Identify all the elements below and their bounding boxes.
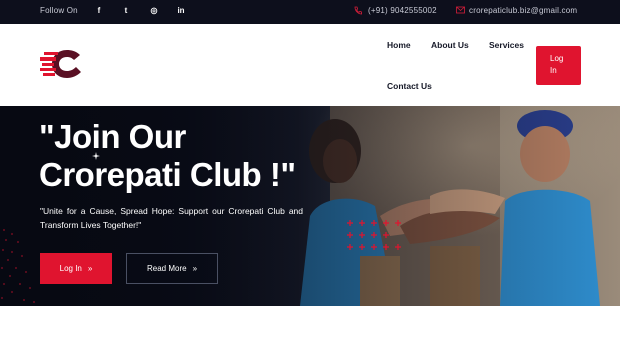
site-header: Home About Us Services Contact Us Log In <box>0 24 620 106</box>
hero-section: "Join Our Crorepati Club !" "Unite for a… <box>0 106 620 306</box>
nav-home[interactable]: Home <box>387 40 411 50</box>
read-more-button[interactable]: Read More » <box>126 253 218 284</box>
hero-subtitle: "Unite for a Cause, Spread Hope: Support… <box>40 206 303 230</box>
facebook-icon[interactable]: f <box>92 4 106 18</box>
linkedin-icon[interactable]: in <box>174 4 188 18</box>
chevron-right-icon: » <box>192 264 198 273</box>
top-bar: Follow On f t ◎ in (+91) 9042555002 cror… <box>0 0 620 24</box>
hero-title: "Join Our Crorepati Club !" <box>39 118 296 193</box>
phone-number[interactable]: (+91) 9042555002 <box>368 6 437 15</box>
nav-contact-us[interactable]: Contact Us <box>387 81 432 91</box>
mail-icon <box>456 6 465 16</box>
hero-login-label: Log In <box>59 264 82 273</box>
read-more-label: Read More <box>146 264 187 273</box>
header-login-button[interactable]: Log In <box>536 46 581 85</box>
crorepati-club-logo[interactable] <box>40 50 84 78</box>
chevron-right-icon: » <box>87 264 93 273</box>
twitter-icon[interactable]: t <box>119 4 133 18</box>
page-content-area <box>0 306 620 343</box>
email-address[interactable]: crorepaticlub.biz@gmail.com <box>469 6 577 15</box>
decorative-plus-grid <box>347 220 401 250</box>
instagram-icon[interactable]: ◎ <box>147 4 161 18</box>
follow-on-label: Follow On <box>40 6 78 15</box>
header-login-label: Log In <box>550 54 564 75</box>
nav-services[interactable]: Services <box>489 40 524 50</box>
nav-about-us[interactable]: About Us <box>431 40 469 50</box>
phone-icon <box>354 6 362 17</box>
hero-login-button[interactable]: Log In » <box>40 253 112 284</box>
